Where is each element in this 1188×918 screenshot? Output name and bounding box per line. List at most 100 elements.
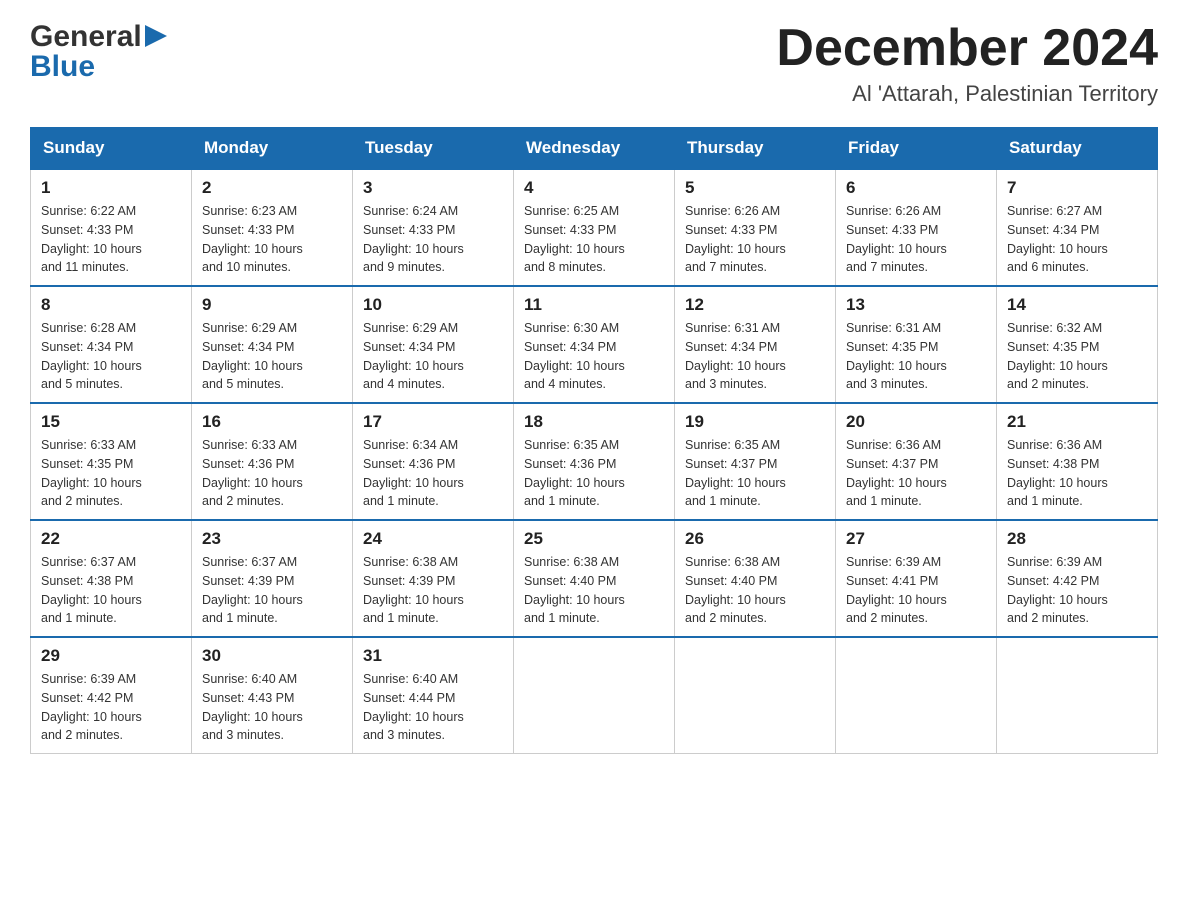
day-number: 22 [41,529,181,549]
col-sunday: Sunday [31,128,192,170]
day-number: 7 [1007,178,1147,198]
day-info: Sunrise: 6:23 AMSunset: 4:33 PMDaylight:… [202,202,342,277]
location-text: Al 'Attarah, Palestinian Territory [776,81,1158,107]
day-info: Sunrise: 6:35 AMSunset: 4:36 PMDaylight:… [524,436,664,511]
day-info: Sunrise: 6:39 AMSunset: 4:42 PMDaylight:… [41,670,181,745]
day-number: 18 [524,412,664,432]
calendar-cell: 8 Sunrise: 6:28 AMSunset: 4:34 PMDaylight… [31,286,192,403]
day-info: Sunrise: 6:29 AMSunset: 4:34 PMDaylight:… [363,319,503,394]
col-tuesday: Tuesday [353,128,514,170]
day-info: Sunrise: 6:35 AMSunset: 4:37 PMDaylight:… [685,436,825,511]
calendar-cell: 7 Sunrise: 6:27 AMSunset: 4:34 PMDaylight… [997,169,1158,286]
day-number: 31 [363,646,503,666]
logo-blue-text: Blue [30,50,167,84]
col-saturday: Saturday [997,128,1158,170]
calendar-cell: 5 Sunrise: 6:26 AMSunset: 4:33 PMDaylight… [675,169,836,286]
calendar-cell [514,637,675,754]
calendar-cell: 6 Sunrise: 6:26 AMSunset: 4:33 PMDaylight… [836,169,997,286]
day-number: 17 [363,412,503,432]
day-number: 12 [685,295,825,315]
calendar-cell: 26 Sunrise: 6:38 AMSunset: 4:40 PMDayligh… [675,520,836,637]
day-number: 27 [846,529,986,549]
calendar-cell: 23 Sunrise: 6:37 AMSunset: 4:39 PMDayligh… [192,520,353,637]
col-monday: Monday [192,128,353,170]
day-number: 8 [41,295,181,315]
calendar-cell: 19 Sunrise: 6:35 AMSunset: 4:37 PMDayligh… [675,403,836,520]
logo-general-text: General [30,20,142,54]
col-wednesday: Wednesday [514,128,675,170]
day-info: Sunrise: 6:24 AMSunset: 4:33 PMDaylight:… [363,202,503,277]
logo: General Blue [30,20,167,84]
calendar-cell: 22 Sunrise: 6:37 AMSunset: 4:38 PMDayligh… [31,520,192,637]
col-friday: Friday [836,128,997,170]
month-title: December 2024 [776,20,1158,77]
day-number: 10 [363,295,503,315]
calendar-cell: 1Sunrise: 6:22 AMSunset: 4:33 PMDaylight… [31,169,192,286]
day-number: 11 [524,295,664,315]
calendar-cell [997,637,1158,754]
day-number: 14 [1007,295,1147,315]
day-info: Sunrise: 6:38 AMSunset: 4:40 PMDaylight:… [685,553,825,628]
day-number: 19 [685,412,825,432]
day-number: 2 [202,178,342,198]
day-info: Sunrise: 6:38 AMSunset: 4:39 PMDaylight:… [363,553,503,628]
day-number: 15 [41,412,181,432]
calendar-cell: 4Sunrise: 6:25 AMSunset: 4:33 PMDaylight… [514,169,675,286]
day-number: 13 [846,295,986,315]
logo-arrow-icon [145,25,167,47]
col-thursday: Thursday [675,128,836,170]
calendar-cell: 27 Sunrise: 6:39 AMSunset: 4:41 PMDayligh… [836,520,997,637]
day-number: 3 [363,178,503,198]
day-number: 25 [524,529,664,549]
day-info: Sunrise: 6:37 AMSunset: 4:38 PMDaylight:… [41,553,181,628]
day-number: 29 [41,646,181,666]
calendar-cell: 18 Sunrise: 6:35 AMSunset: 4:36 PMDayligh… [514,403,675,520]
calendar-cell: 31Sunrise: 6:40 AMSunset: 4:44 PMDayligh… [353,637,514,754]
calendar-cell [836,637,997,754]
day-info: Sunrise: 6:33 AMSunset: 4:36 PMDaylight:… [202,436,342,511]
day-number: 23 [202,529,342,549]
day-number: 5 [685,178,825,198]
day-info: Sunrise: 6:32 AMSunset: 4:35 PMDaylight:… [1007,319,1147,394]
calendar-cell: 9Sunrise: 6:29 AMSunset: 4:34 PMDaylight… [192,286,353,403]
day-number: 4 [524,178,664,198]
day-info: Sunrise: 6:39 AMSunset: 4:42 PMDaylight:… [1007,553,1147,628]
day-info: Sunrise: 6:27 AMSunset: 4:34 PMDaylight:… [1007,202,1147,277]
calendar-table: Sunday Monday Tuesday Wednesday Thursday… [30,127,1158,754]
week-row-1: 1Sunrise: 6:22 AMSunset: 4:33 PMDaylight… [31,169,1158,286]
calendar-cell: 21 Sunrise: 6:36 AMSunset: 4:38 PMDayligh… [997,403,1158,520]
day-number: 21 [1007,412,1147,432]
day-info: Sunrise: 6:36 AMSunset: 4:37 PMDaylight:… [846,436,986,511]
day-info: Sunrise: 6:40 AMSunset: 4:43 PMDaylight:… [202,670,342,745]
day-info: Sunrise: 6:34 AMSunset: 4:36 PMDaylight:… [363,436,503,511]
calendar-cell: 20Sunrise: 6:36 AMSunset: 4:37 PMDayligh… [836,403,997,520]
calendar-cell: 28 Sunrise: 6:39 AMSunset: 4:42 PMDayligh… [997,520,1158,637]
title-section: December 2024 Al 'Attarah, Palestinian T… [776,20,1158,107]
calendar-cell: 10 Sunrise: 6:29 AMSunset: 4:34 PMDayligh… [353,286,514,403]
day-info: Sunrise: 6:33 AMSunset: 4:35 PMDaylight:… [41,436,181,511]
day-info: Sunrise: 6:30 AMSunset: 4:34 PMDaylight:… [524,319,664,394]
day-info: Sunrise: 6:29 AMSunset: 4:34 PMDaylight:… [202,319,342,394]
day-info: Sunrise: 6:37 AMSunset: 4:39 PMDaylight:… [202,553,342,628]
calendar-cell: 15 Sunrise: 6:33 AMSunset: 4:35 PMDayligh… [31,403,192,520]
day-info: Sunrise: 6:38 AMSunset: 4:40 PMDaylight:… [524,553,664,628]
calendar-cell: 25 Sunrise: 6:38 AMSunset: 4:40 PMDayligh… [514,520,675,637]
day-info: Sunrise: 6:26 AMSunset: 4:33 PMDaylight:… [685,202,825,277]
day-number: 26 [685,529,825,549]
day-info: Sunrise: 6:28 AMSunset: 4:34 PMDaylight:… [41,319,181,394]
day-number: 16 [202,412,342,432]
day-info: Sunrise: 6:39 AMSunset: 4:41 PMDaylight:… [846,553,986,628]
day-number: 6 [846,178,986,198]
day-info: Sunrise: 6:36 AMSunset: 4:38 PMDaylight:… [1007,436,1147,511]
week-row-4: 22 Sunrise: 6:37 AMSunset: 4:38 PMDayligh… [31,520,1158,637]
calendar-cell: 24Sunrise: 6:38 AMSunset: 4:39 PMDayligh… [353,520,514,637]
day-number: 28 [1007,529,1147,549]
day-number: 1 [41,178,181,198]
calendar-cell: 2 Sunrise: 6:23 AMSunset: 4:33 PMDaylight… [192,169,353,286]
calendar-header-row: Sunday Monday Tuesday Wednesday Thursday… [31,128,1158,170]
calendar-cell: 30 Sunrise: 6:40 AMSunset: 4:43 PMDayligh… [192,637,353,754]
day-info: Sunrise: 6:31 AMSunset: 4:34 PMDaylight:… [685,319,825,394]
day-number: 30 [202,646,342,666]
calendar-cell: 14 Sunrise: 6:32 AMSunset: 4:35 PMDayligh… [997,286,1158,403]
day-info: Sunrise: 6:26 AMSunset: 4:33 PMDaylight:… [846,202,986,277]
